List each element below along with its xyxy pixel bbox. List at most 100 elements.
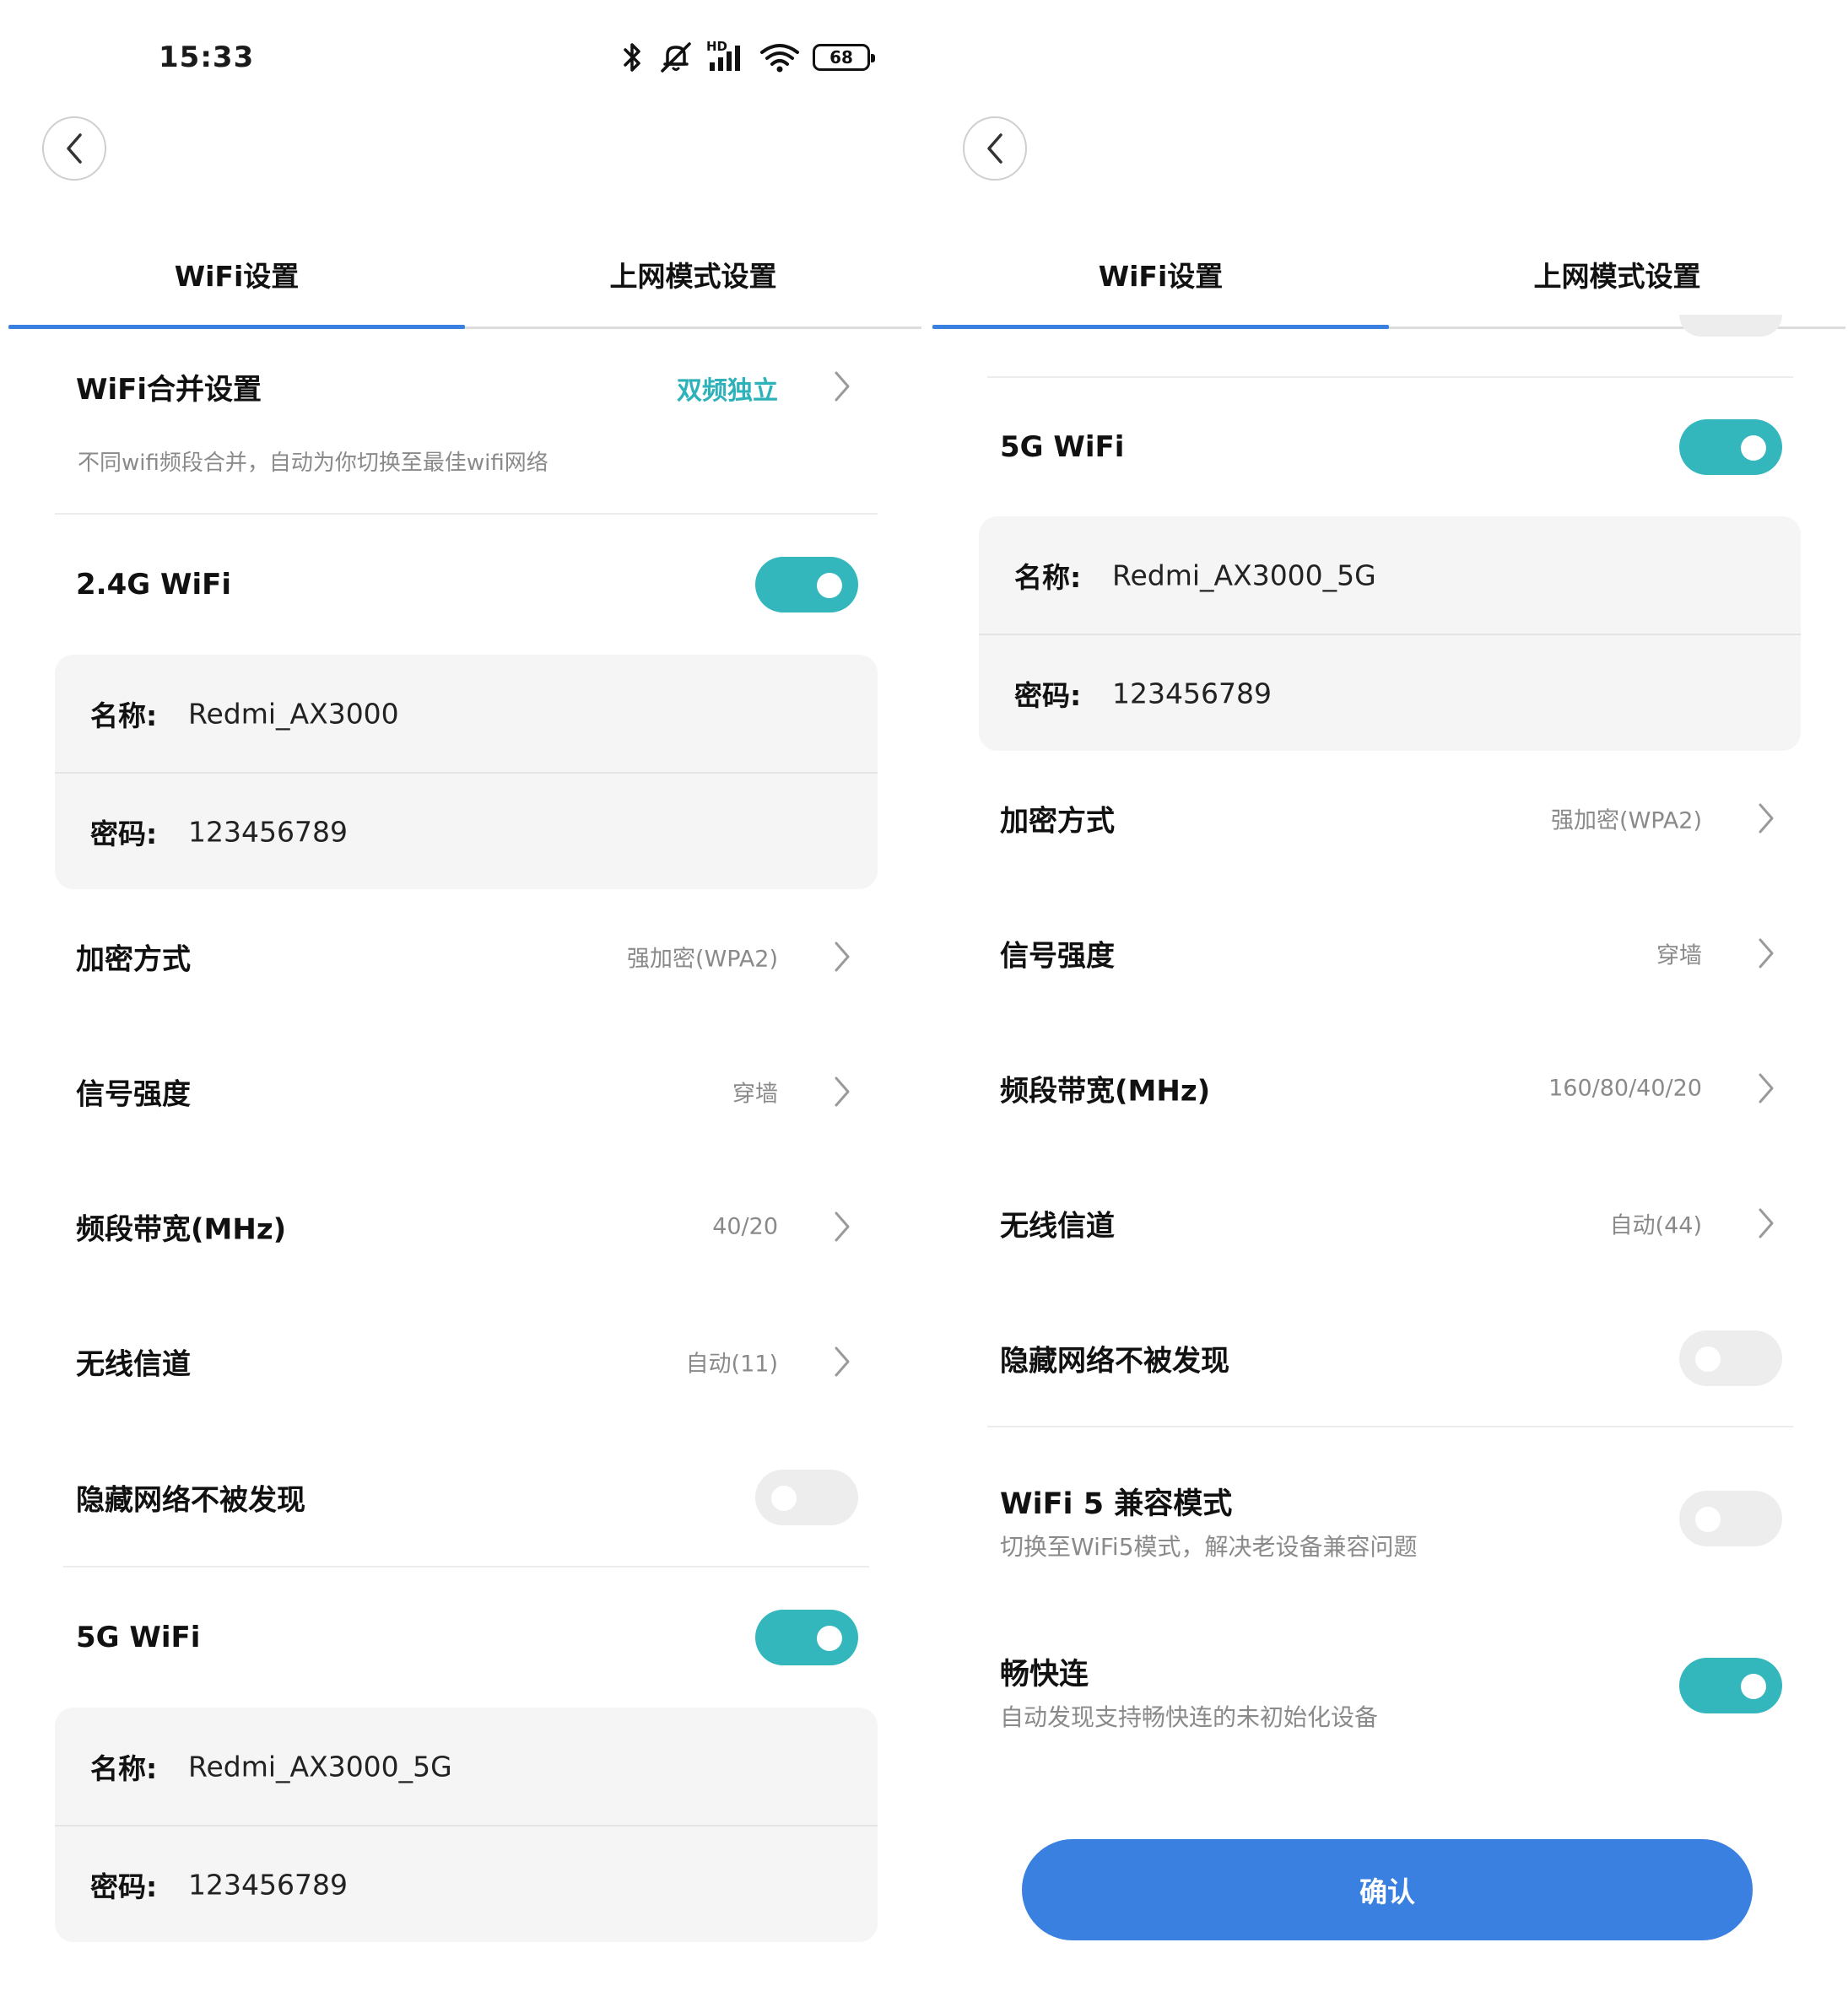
wifi-24g-password-row[interactable]: 密码: 123456789	[55, 772, 878, 889]
toggle-knob	[1695, 1346, 1721, 1372]
wifi-5g-toggle[interactable]	[1679, 419, 1782, 475]
bandwidth-label: 频段带宽(MHz)	[76, 1212, 287, 1247]
wifi-5g-password-row[interactable]: 密码: 123456789	[979, 634, 1801, 751]
left-screen: 15:33 HD 68 WiFi设置 上网模式设置 WiFi合并设置 双频独立 …	[0, 0, 924, 1991]
chevron-right-icon	[1759, 938, 1774, 969]
wifi-5g-label: 5G WiFi	[1000, 430, 1125, 464]
wifi-5g-name-row[interactable]: 名称: Redmi_AX3000_5G	[979, 516, 1801, 634]
toggle-knob	[771, 1486, 797, 1511]
status-icons: HD 68	[620, 37, 875, 78]
signal-strength-label: 信号强度	[76, 1077, 191, 1112]
channel-label: 无线信道	[1000, 1209, 1115, 1244]
chevron-right-icon	[1759, 803, 1774, 834]
chevron-right-icon	[835, 942, 850, 972]
wifi5-compat-toggle[interactable]	[1679, 1491, 1782, 1546]
chevron-right-icon	[1759, 1073, 1774, 1103]
wifi-24g-credentials: 名称: Redmi_AX3000 密码: 123456789	[55, 655, 878, 889]
channel-value: 自动(44)	[1609, 1212, 1702, 1239]
chevron-left-icon	[987, 133, 1002, 164]
back-button[interactable]	[42, 116, 106, 181]
wifi-merge-title: WiFi合并设置	[76, 373, 262, 407]
signal-strength-value: 穿墙	[1656, 942, 1702, 969]
chevron-right-icon	[835, 1346, 850, 1377]
chevron-left-icon	[67, 133, 82, 164]
hidden-network-label: 隐藏网络不被发现	[76, 1483, 305, 1518]
hidden-network-row: 隐藏网络不被发现	[924, 1291, 1848, 1426]
scroll-spacer	[924, 331, 1848, 376]
battery-level: 68	[829, 47, 853, 67]
wifi5-compat-row: WiFi 5 兼容模式 切换至WiFi5模式，解决老设备兼容问题	[924, 1427, 1848, 1596]
signal-strength-row[interactable]: 信号强度 穿墙	[924, 886, 1848, 1021]
tab-wifi-settings[interactable]: WiFi设置	[8, 219, 465, 329]
wifi5-compat-title: WiFi 5 兼容模式	[1000, 1487, 1233, 1521]
hidden-network-label: 隐藏网络不被发现	[1000, 1344, 1229, 1379]
battery-icon: 68	[813, 44, 875, 71]
name-key: 名称:	[90, 1751, 158, 1785]
bandwidth-row[interactable]: 频段带宽(MHz) 160/80/40/20	[924, 1021, 1848, 1156]
wifi-5g-password-value: 123456789	[1112, 677, 1272, 710]
bandwidth-row[interactable]: 频段带宽(MHz) 40/20	[0, 1159, 924, 1294]
channel-row[interactable]: 无线信道 自动(44)	[924, 1156, 1848, 1291]
encryption-row[interactable]: 加密方式 强加密(WPA2)	[0, 889, 924, 1024]
tab-internet-mode[interactable]: 上网模式设置	[1389, 219, 1845, 329]
wifi-5g-password-value: 123456789	[188, 1868, 348, 1901]
channel-value: 自动(11)	[685, 1351, 778, 1378]
hidden-network-toggle[interactable]	[755, 1470, 858, 1525]
wifi-5g-row: 5G WiFi	[924, 378, 1848, 516]
wifi-merge-setting[interactable]: WiFi合并设置 双频独立 不同wifi频段合并，自动为你切换至最佳wifi网络	[0, 331, 924, 513]
wifi-5g-credentials: 名称: Redmi_AX3000_5G 密码: 123456789	[979, 516, 1801, 751]
wifi-24g-password-value: 123456789	[188, 815, 348, 848]
quick-connect-title: 畅快连	[1000, 1658, 1089, 1692]
confirm-button[interactable]: 确认	[1022, 1839, 1753, 1940]
back-button[interactable]	[963, 116, 1027, 181]
encryption-value: 强加密(WPA2)	[1551, 807, 1702, 834]
wifi-24g-name-row[interactable]: 名称: Redmi_AX3000	[55, 655, 878, 772]
quick-connect-row: 畅快连 自动发现支持畅快连的未初始化设备	[924, 1596, 1848, 1775]
status-time: 15:33	[159, 40, 255, 74]
tab-internet-mode[interactable]: 上网模式设置	[465, 219, 921, 329]
wifi-5g-toggle[interactable]	[755, 1610, 858, 1665]
encryption-row[interactable]: 加密方式 强加密(WPA2)	[924, 751, 1848, 886]
signal-strength-row[interactable]: 信号强度 穿墙	[0, 1024, 924, 1159]
wifi-24g-row: 2.4G WiFi	[0, 515, 924, 655]
settings-list[interactable]: WiFi合并设置 双频独立 不同wifi频段合并，自动为你切换至最佳wifi网络…	[0, 331, 924, 1991]
channel-row[interactable]: 无线信道 自动(11)	[0, 1294, 924, 1429]
wifi-5g-name-row[interactable]: 名称: Redmi_AX3000_5G	[55, 1708, 878, 1825]
status-bar: 15:33 HD 68	[0, 0, 924, 118]
wifi-24g-toggle[interactable]	[755, 557, 858, 612]
wifi-5g-label: 5G WiFi	[76, 1621, 201, 1654]
toggle-knob	[1741, 1674, 1766, 1699]
toggle-knob	[817, 1626, 842, 1651]
encryption-label: 加密方式	[76, 942, 191, 977]
chevron-right-icon	[1759, 1208, 1774, 1238]
right-screen: WiFi设置 上网模式设置 5G WiFi 名称: Redmi_AX3000_5…	[924, 0, 1848, 1991]
chevron-right-icon	[835, 1211, 850, 1242]
password-key: 密码:	[1014, 678, 1082, 712]
hd-signal-indicator: HD	[706, 39, 747, 74]
password-key: 密码:	[90, 1870, 158, 1903]
hidden-network-toggle[interactable]	[1679, 1330, 1782, 1386]
wifi-5g-name-value: Redmi_AX3000_5G	[188, 1750, 452, 1783]
toggle-knob	[817, 573, 842, 598]
chevron-right-icon	[835, 1076, 850, 1107]
quick-connect-toggle[interactable]	[1679, 1658, 1782, 1713]
bandwidth-label: 频段带宽(MHz)	[1000, 1074, 1211, 1109]
wifi-signal-icon	[760, 44, 799, 73]
signal-strength-value: 穿墙	[732, 1081, 778, 1108]
wifi-5g-name-value: Redmi_AX3000_5G	[1112, 558, 1376, 591]
bluetooth-icon	[624, 43, 640, 72]
wifi-merge-value: 双频独立	[677, 376, 778, 406]
bandwidth-value: 40/20	[712, 1213, 778, 1240]
settings-list[interactable]: 5G WiFi 名称: Redmi_AX3000_5G 密码: 12345678…	[924, 331, 1848, 1991]
tab-wifi-settings[interactable]: WiFi设置	[932, 219, 1389, 329]
hidden-network-row: 隐藏网络不被发现	[0, 1429, 924, 1566]
wifi-5g-password-row[interactable]: 密码: 123456789	[55, 1825, 878, 1942]
bandwidth-value: 160/80/40/20	[1548, 1075, 1702, 1102]
wifi-24g-name-value: Redmi_AX3000	[188, 697, 399, 730]
encryption-value: 强加密(WPA2)	[627, 946, 778, 973]
name-key: 名称:	[1014, 560, 1082, 594]
name-key: 名称:	[90, 699, 158, 732]
tab-active-indicator	[8, 325, 465, 329]
tab-bar: WiFi设置 上网模式设置	[932, 219, 1845, 329]
channel-label: 无线信道	[76, 1347, 191, 1382]
